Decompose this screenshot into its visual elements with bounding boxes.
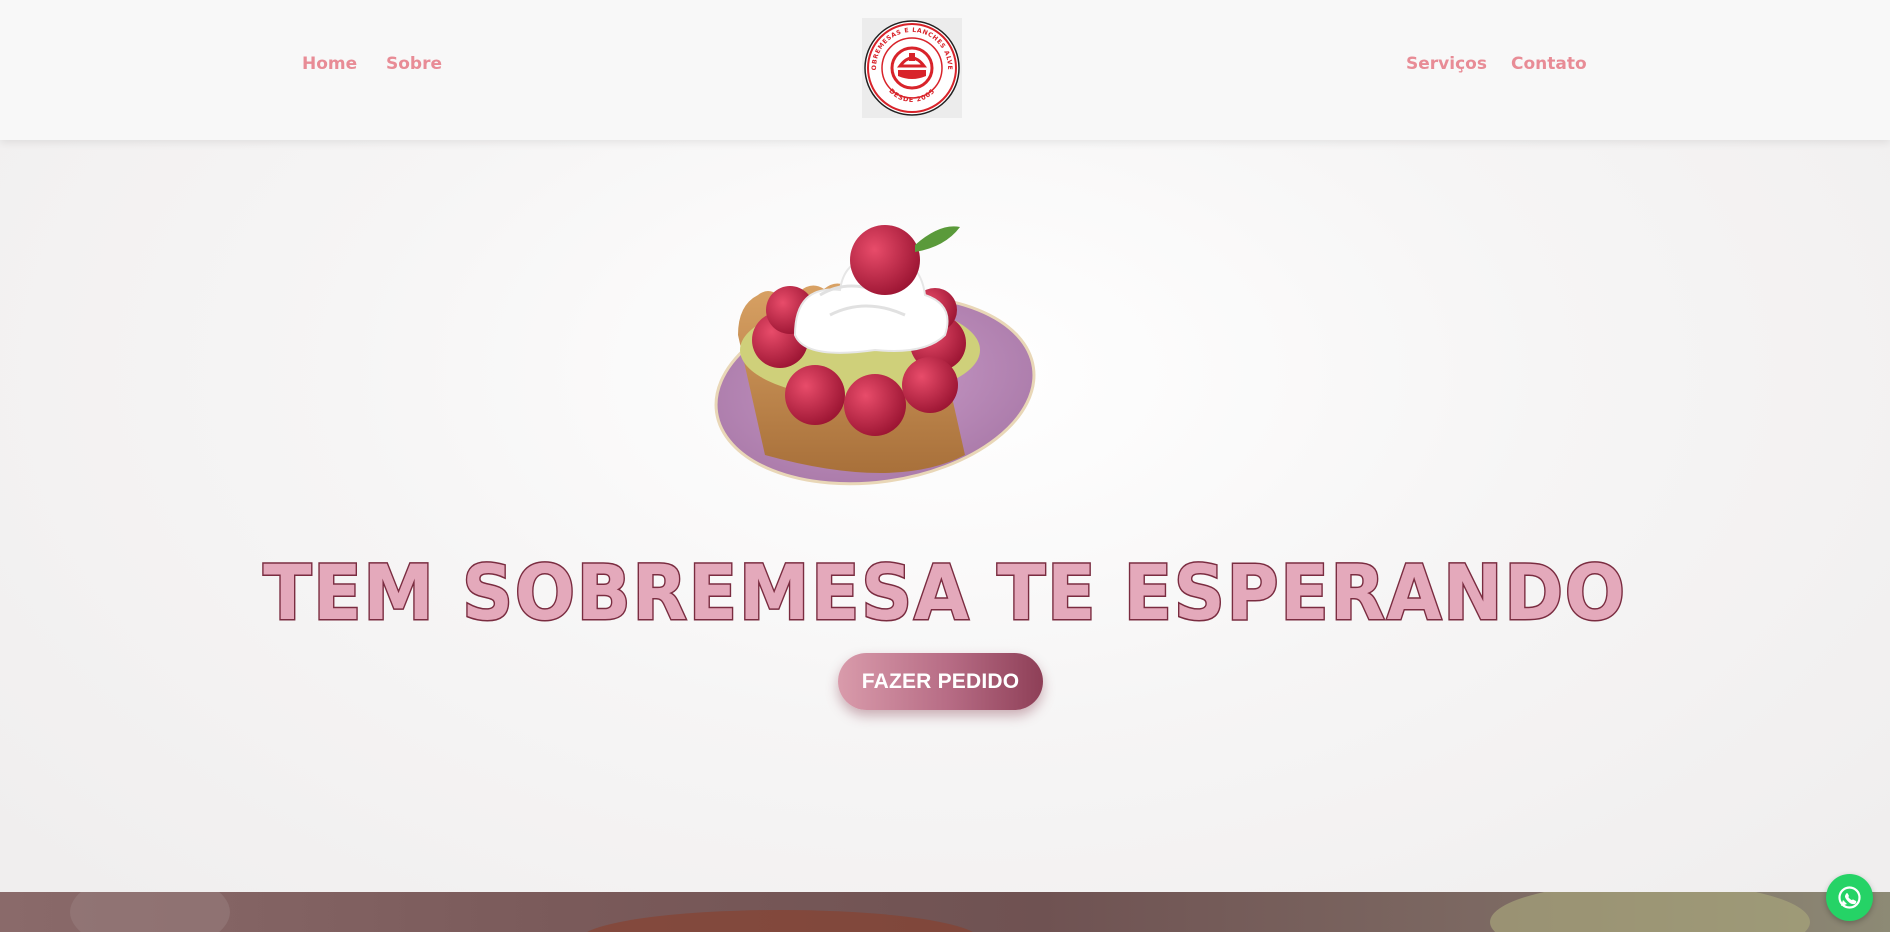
raspberry-tart-icon	[714, 225, 1036, 486]
next-section-preview	[0, 892, 1890, 932]
hero-dessert-image	[710, 215, 1040, 495]
order-button[interactable]: FAZER PEDIDO	[838, 653, 1043, 710]
nav-home-link[interactable]: Home	[302, 54, 357, 74]
nav-contato-link[interactable]: Contato	[1511, 54, 1587, 74]
whatsapp-button[interactable]	[1826, 874, 1873, 921]
food-photo-strip-icon	[70, 892, 1810, 932]
site-logo[interactable]: SOBREMESAS E LANCHES ALVES DESDE 2005	[859, 13, 962, 118]
site-header: Home Sobre SOBREMESAS E LANCHES ALVES DE…	[0, 0, 1890, 140]
whatsapp-icon	[1838, 886, 1861, 909]
logo-emblem-icon: SOBREMESAS E LANCHES ALVES DESDE 2005	[859, 13, 960, 116]
hero-title: TEM SOBREMESA TE ESPERANDO	[262, 547, 1627, 639]
nav-servicos-link[interactable]: Serviços	[1406, 54, 1487, 74]
nav-sobre-link[interactable]: Sobre	[386, 54, 442, 74]
